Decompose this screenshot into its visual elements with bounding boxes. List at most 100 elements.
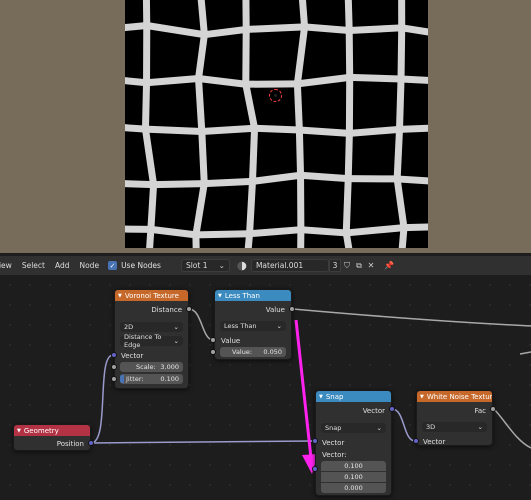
voronoi-edge-line [345, 24, 406, 35]
chevron-down-icon: ⌄ [376, 424, 382, 432]
node-header[interactable]: ▼ White Noise Textur [417, 391, 492, 402]
lessthan-value-output-socket[interactable] [289, 306, 295, 312]
voronoi-edge-line [400, 223, 428, 232]
voronoi-dimension-select[interactable]: 2D ⌄ [120, 322, 183, 332]
jitter-slider[interactable]: Jitter: 0.100 [120, 374, 183, 384]
unlink-material-close-icon[interactable]: ✕ [365, 259, 377, 272]
voronoi-edge-line [147, 225, 200, 239]
voronoi-edge-line [397, 24, 406, 83]
menu-node[interactable]: Node [74, 261, 104, 270]
geometry-position-output-socket[interactable] [88, 440, 94, 446]
increment-x-field[interactable]: 0.100 [321, 461, 386, 471]
voronoi-edge-line [345, 125, 404, 137]
voronoi-edge-line [141, 79, 151, 133]
snap-increment-input-socket[interactable] [312, 466, 318, 472]
input-value-row: Value [221, 336, 241, 345]
voronoi-edge-line [146, 225, 155, 248]
output-fac-row: Fac [474, 406, 486, 415]
voronoi-edge-line [297, 226, 350, 237]
material-name: Material.001 [255, 261, 304, 270]
material-user-count[interactable]: 3 [328, 259, 341, 272]
voronoi-edge-line [125, 180, 158, 189]
increment-z-field[interactable]: 0.000 [321, 483, 386, 493]
geometry-node[interactable]: ▼ Geometry Position [13, 424, 91, 451]
use-nodes-checkbox[interactable]: ✓ [108, 261, 118, 270]
input-vector-row: Vector [322, 438, 345, 447]
whitenoise-fac-output-socket[interactable] [490, 406, 496, 412]
voronoi-edge-line [195, 75, 250, 88]
voronoi-edge-line [192, 231, 200, 248]
voronoi-edge-line [396, 75, 405, 133]
duplicate-material-icon[interactable]: ⧉ [353, 259, 365, 272]
chevron-down-icon: ⌄ [276, 322, 282, 330]
input-vector-row: Vector [121, 351, 144, 360]
snap-vector-input-socket[interactable] [312, 438, 318, 444]
scale-field[interactable]: Scale: 3.000 [120, 362, 183, 372]
vector-operation-select[interactable]: Snap ⌄ [321, 423, 386, 433]
render-preview [125, 0, 428, 248]
increment-label-row: Vector: [322, 450, 347, 459]
material-name-field[interactable]: Material.001 [250, 259, 329, 272]
menu-view[interactable]: View [0, 261, 17, 270]
voronoi-vector-input-socket[interactable] [111, 352, 117, 358]
node-header[interactable]: ▼ Geometry [14, 425, 90, 436]
voronoi-edge-line [198, 127, 208, 188]
less-than-node[interactable]: ▼ Less Than Value Less Than ⌄ Value Value:… [214, 289, 292, 360]
voronoi-feature-select[interactable]: Distance To Edge ⌄ [120, 333, 183, 349]
whitenoise-vector-input-socket[interactable] [413, 438, 419, 444]
voronoi-edge-line [342, 224, 408, 237]
voronoi-edge-line [141, 125, 158, 189]
voronoi-distance-output-socket[interactable] [186, 306, 192, 312]
voronoi-edge-line [293, 80, 303, 134]
voronoi-edge-line [242, 80, 259, 132]
chevron-down-icon: ⌄ [173, 337, 179, 345]
input-vector-row: Vector [423, 437, 446, 446]
material-sphere-icon[interactable] [236, 259, 248, 272]
white-noise-texture-node[interactable]: ▼ White Noise Textur Fac 3D ⌄ Vector [416, 390, 493, 446]
voronoi-edge-line [125, 225, 155, 233]
voronoi-edge-line [200, 177, 256, 188]
menu-select[interactable]: Select [17, 261, 50, 270]
slot-dropdown[interactable]: Slot 1 ⌄ [180, 259, 230, 272]
voronoi-edge-line [301, 23, 353, 35]
pin-icon[interactable]: 📌 [383, 259, 395, 272]
voronoi-edge-line [344, 129, 353, 183]
output-vector-row: Vector [362, 406, 385, 415]
noise-dimension-select[interactable]: 3D ⌄ [422, 422, 487, 432]
voronoi-edge-line [192, 180, 208, 239]
voronoi-edge-line [198, 124, 259, 135]
lessthan-value-input-socket[interactable] [210, 337, 216, 343]
voronoi-jitter-input-socket[interactable] [111, 376, 117, 382]
threshold-field[interactable]: Value: 0.050 [220, 347, 286, 357]
viewport[interactable] [0, 0, 531, 253]
voronoi-edge-line [141, 125, 206, 135]
math-operation-select[interactable]: Less Than ⌄ [220, 321, 286, 331]
3d-cursor-icon[interactable] [269, 89, 282, 102]
output-distance-row: Distance [151, 305, 182, 314]
snap-node[interactable]: ▼ Snap Vector Snap ⌄ Vector Vector: 0.100 … [315, 390, 392, 496]
voronoi-edge-line [248, 171, 305, 185]
voronoi-edge-line [251, 124, 303, 134]
snap-vector-output-socket[interactable] [389, 406, 395, 412]
voronoi-texture-node[interactable]: ▼ Voronoi Texture Distance 2D ⌄ Distance T… [114, 289, 189, 389]
node-header[interactable]: ▼ Less Than [215, 290, 291, 301]
output-position-row: Position [56, 439, 84, 448]
output-value-row: Value [265, 305, 285, 314]
fake-user-shield-icon[interactable]: ⛉ [341, 259, 353, 272]
voronoi-edge-line [246, 226, 305, 238]
voronoi-edge-line [298, 0, 309, 31]
voronoi-edge-line [297, 171, 352, 183]
node-header[interactable]: ▼ Snap [316, 391, 391, 402]
menu-add[interactable]: Add [50, 261, 75, 270]
voronoi-edge-line [195, 31, 208, 83]
voronoi-edge-line [398, 24, 428, 36]
voronoi-edge-line [200, 25, 250, 39]
lessthan-threshold-input-socket[interactable] [210, 349, 216, 355]
voronoi-edge-line [246, 177, 256, 238]
voronoi-edge-line [197, 0, 208, 39]
voronoi-edge-line [150, 180, 208, 189]
node-header[interactable]: ▼ Voronoi Texture [115, 290, 188, 301]
jitter-fill [120, 375, 124, 383]
voronoi-scale-input-socket[interactable] [111, 364, 117, 370]
increment-y-field[interactable]: 0.100 [321, 472, 386, 482]
